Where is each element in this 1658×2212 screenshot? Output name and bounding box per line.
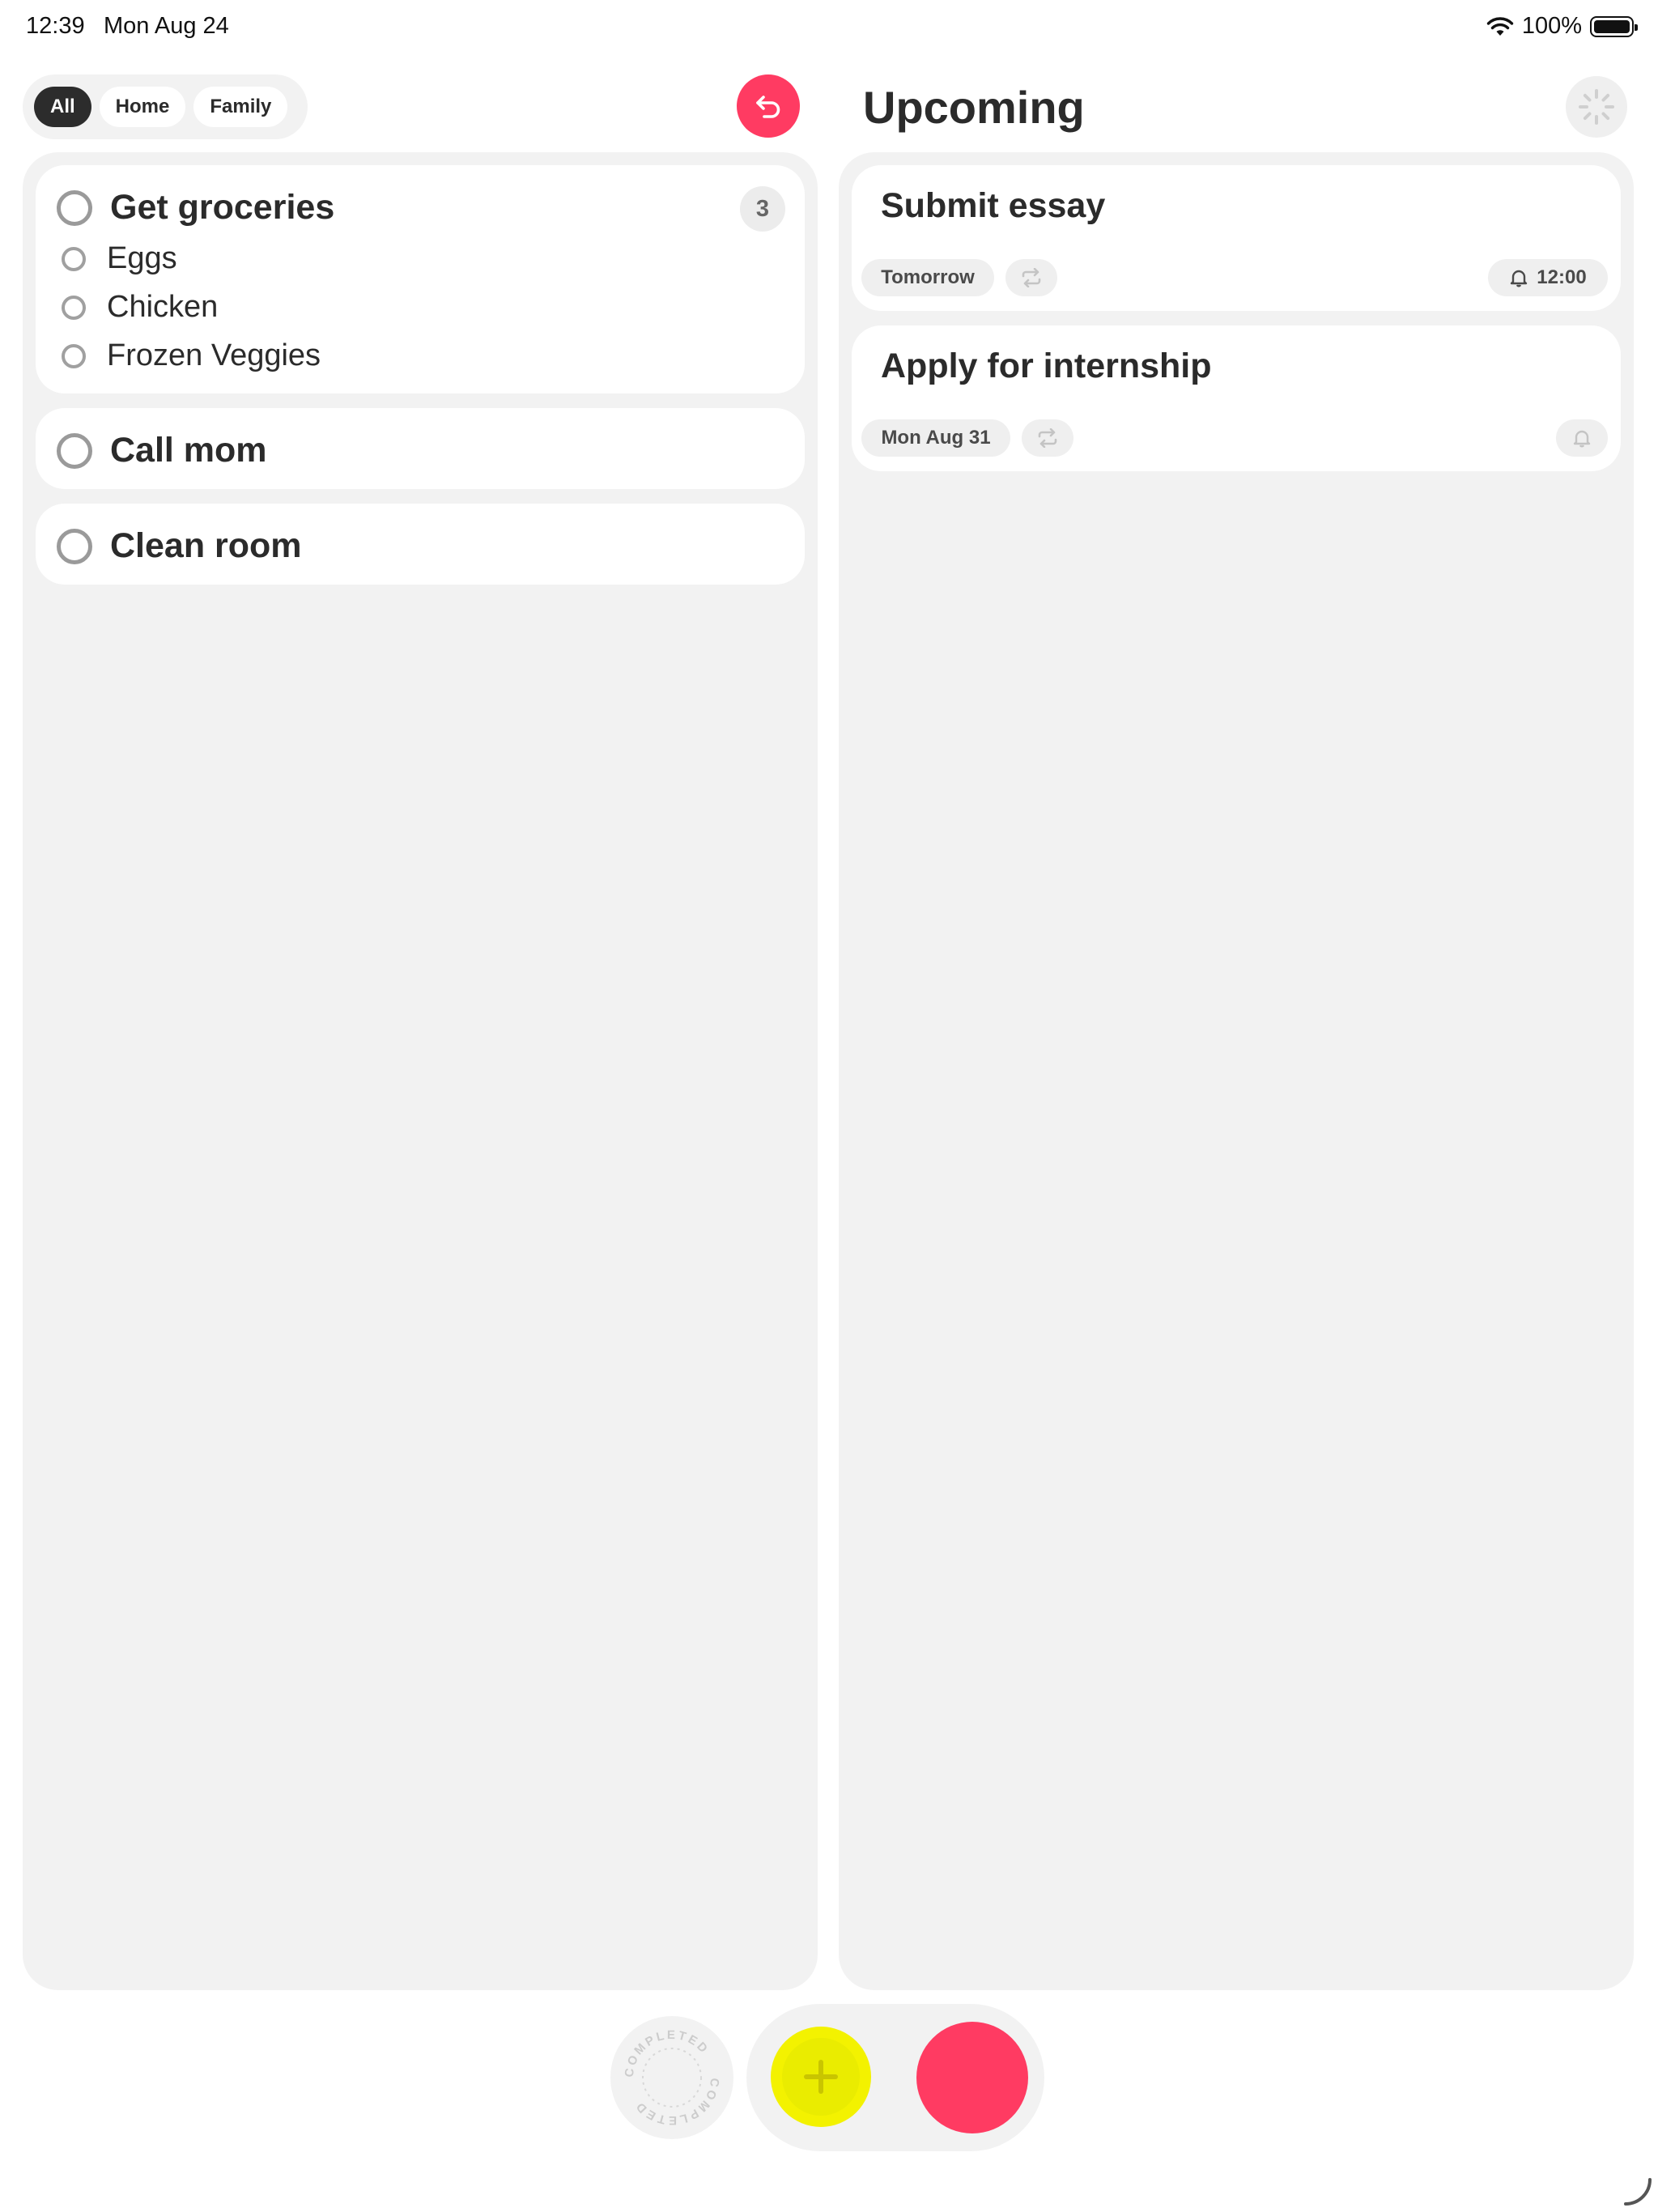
task-card-call-mom[interactable]: Call mom — [36, 408, 805, 489]
task-title: Call mom — [110, 431, 267, 470]
subtask-checkbox[interactable] — [62, 343, 86, 368]
battery-percent: 100% — [1521, 13, 1582, 39]
upcoming-card-apply-internship[interactable]: Apply for internship Mon Aug 31 — [852, 325, 1621, 471]
svg-text:COMPLETED: COMPLETED — [623, 2028, 712, 2078]
upcoming-task-title: Submit essay — [881, 186, 1106, 225]
app-screen: 12:39 Mon Aug 24 100% All Home Family Ge… — [0, 0, 1658, 2212]
wifi-icon — [1486, 16, 1514, 36]
upcoming-card-submit-essay[interactable]: Submit essay Tomorrow 12:00 — [852, 165, 1621, 311]
bell-icon — [1511, 270, 1528, 287]
add-task-button[interactable] — [771, 2027, 871, 2127]
repeat-icon — [1038, 428, 1057, 448]
date-chip[interactable]: Tomorrow — [861, 259, 994, 296]
task-checkbox[interactable] — [57, 528, 92, 564]
repeat-button[interactable] — [1022, 419, 1073, 457]
subtask-label: Chicken — [107, 290, 219, 324]
task-card-get-groceries[interactable]: Get groceries 3 Eggs Chicken Frozen Vegg… — [36, 165, 805, 393]
reminder-time: 12:00 — [1537, 266, 1587, 288]
resize-handle-icon[interactable] — [1621, 2175, 1653, 2207]
upcoming-panel: Submit essay Tomorrow 12:00 Apply for in… — [839, 152, 1634, 1990]
tab-all[interactable]: All — [34, 87, 91, 127]
reminder-chip[interactable]: 12:00 — [1488, 259, 1608, 296]
battery-icon — [1590, 15, 1638, 37]
bell-icon — [1573, 430, 1591, 448]
tab-home[interactable]: Home — [99, 87, 186, 127]
status-indicators: 100% — [1486, 13, 1638, 40]
task-checkbox[interactable] — [57, 432, 92, 469]
task-row: Clean room — [57, 526, 302, 566]
add-button-inner — [782, 2038, 860, 2116]
loading-spinner-icon — [1579, 89, 1614, 125]
status-date: Mon Aug 24 — [104, 13, 229, 39]
subtask-item[interactable]: Eggs — [62, 241, 177, 276]
plus-icon — [804, 2060, 838, 2094]
subtask-item[interactable]: Frozen Veggies — [62, 338, 321, 373]
sync-button[interactable] — [1566, 76, 1627, 138]
task-checkbox[interactable] — [57, 189, 92, 226]
repeat-button[interactable] — [1005, 259, 1057, 296]
reminder-button[interactable] — [1556, 419, 1608, 457]
completed-label: COMPLETED — [623, 2028, 710, 2078]
undo-icon — [756, 96, 780, 118]
date-chip[interactable]: Mon Aug 31 — [861, 419, 1010, 457]
subtask-count-badge: 3 — [740, 186, 785, 232]
status-time: 12:39 — [26, 13, 85, 39]
task-title: Clean room — [110, 526, 302, 565]
upcoming-title: Upcoming — [863, 82, 1085, 133]
inbox-panel: Get groceries 3 Eggs Chicken Frozen Vegg… — [23, 152, 818, 1990]
subtask-item[interactable]: Chicken — [62, 290, 218, 325]
status-bar: 12:39 Mon Aug 24 100% — [0, 0, 1658, 52]
completed-badge-icon: COMPLETED COMPLETED — [623, 2028, 722, 2127]
task-card-clean-room[interactable]: Clean room — [36, 504, 805, 585]
undo-button[interactable] — [737, 74, 800, 138]
subtask-label: Eggs — [107, 241, 177, 275]
completed-button[interactable]: COMPLETED COMPLETED — [610, 2016, 733, 2139]
upcoming-task-title: Apply for internship — [881, 347, 1212, 385]
repeat-icon — [1022, 268, 1041, 287]
filter-tabs: All Home Family — [23, 74, 308, 139]
task-row: Get groceries — [57, 188, 334, 228]
record-button[interactable] — [916, 2022, 1028, 2133]
subtask-checkbox[interactable] — [62, 246, 86, 271]
task-row: Call mom — [57, 431, 267, 470]
task-title: Get groceries — [110, 188, 335, 227]
subtask-label: Frozen Veggies — [107, 338, 321, 372]
tab-family[interactable]: Family — [193, 87, 288, 127]
bottom-dock — [746, 2004, 1044, 2151]
subtask-checkbox[interactable] — [62, 295, 86, 320]
completed-label-repeat: COMPLETED — [632, 2077, 720, 2127]
svg-text:COMPLETED: COMPLETED — [632, 2077, 722, 2127]
